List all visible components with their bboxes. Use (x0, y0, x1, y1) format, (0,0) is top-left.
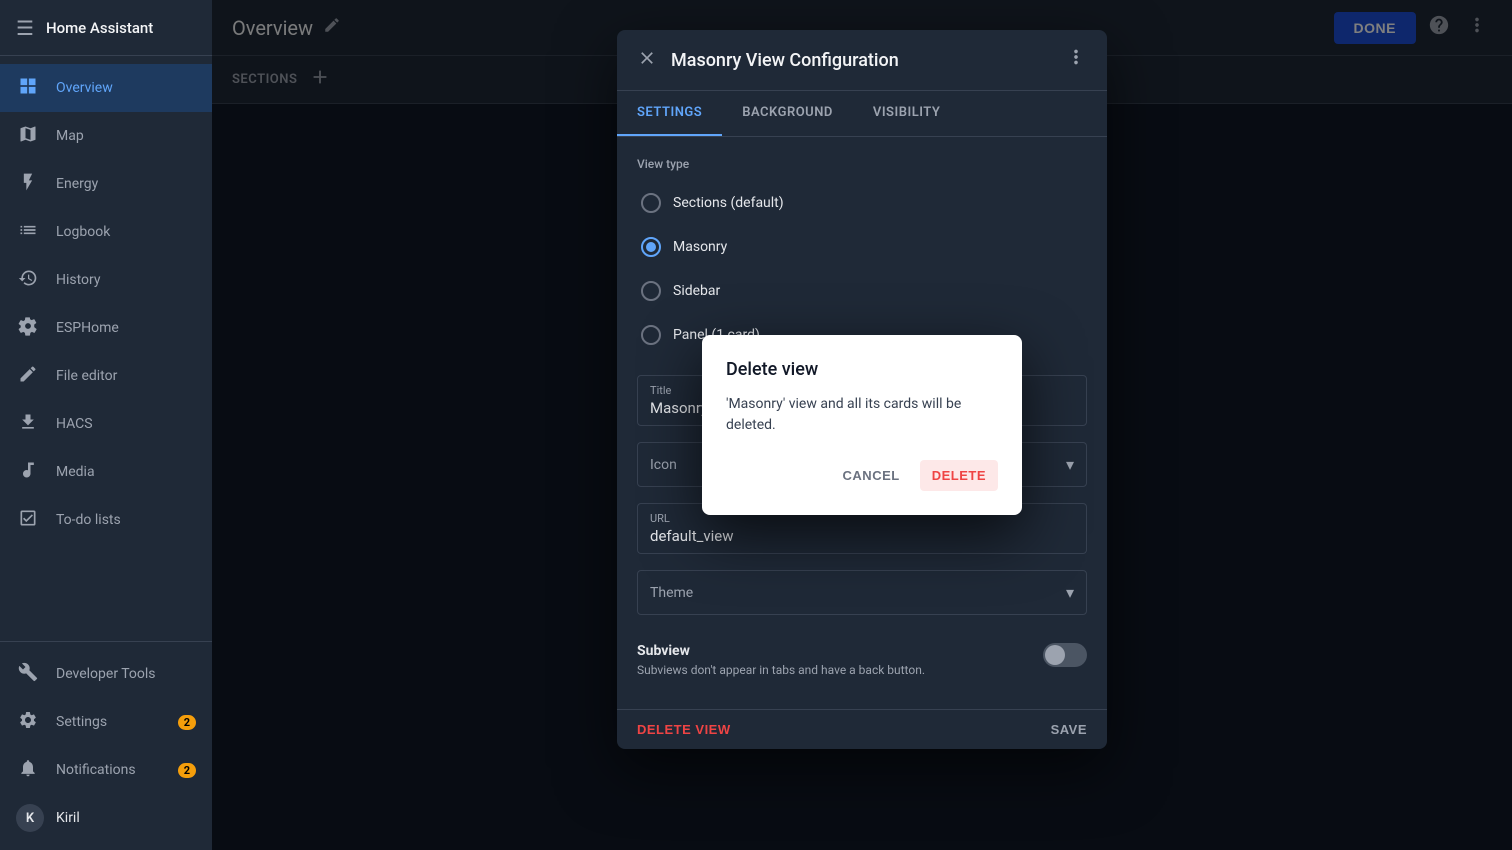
esphome-icon (16, 316, 40, 341)
theme-field-label: Theme (650, 585, 693, 601)
sidebar-item-label-map: Map (56, 128, 196, 144)
radio-group-view-type: Sections (default) Masonry Sidebar Panel… (637, 183, 1087, 355)
sidebar-item-developer-tools[interactable]: Developer Tools (0, 650, 212, 698)
sidebar-item-label-energy: Energy (56, 176, 196, 192)
config-footer: DELETE VIEW SAVE (617, 709, 1107, 749)
icon-field-label: Icon (650, 457, 677, 473)
history-icon (16, 268, 40, 293)
subview-title: Subview (637, 643, 925, 659)
delete-dialog-title: Delete view (726, 359, 998, 380)
sidebar-item-file-editor[interactable]: File editor (0, 352, 212, 400)
delete-dialog-message: 'Masonry' view and all its cards will be… (726, 394, 998, 436)
config-dialog-title: Masonry View Configuration (671, 50, 899, 71)
sidebar-item-media[interactable]: Media (0, 448, 212, 496)
radio-label-sections: Sections (default) (673, 195, 784, 211)
settings-icon (16, 710, 40, 735)
notifications-badge: 2 (178, 763, 196, 778)
sidebar-item-todo-lists[interactable]: To-do lists (0, 496, 212, 544)
sidebar-item-label-developer-tools: Developer Tools (56, 666, 196, 682)
subview-row: Subview Subviews don't appear in tabs an… (637, 631, 1087, 689)
sidebar-item-settings[interactable]: Settings 2 (0, 698, 212, 746)
sidebar-header: ☰ Home Assistant (0, 0, 212, 56)
config-dialog-header-left: Masonry View Configuration (637, 48, 899, 73)
theme-field-group: Theme ▾ (637, 570, 1087, 615)
file-editor-icon (16, 364, 40, 389)
sidebar-item-label-history: History (56, 272, 196, 288)
subview-toggle[interactable] (1043, 643, 1087, 667)
developer-tools-icon (16, 662, 40, 687)
close-dialog-icon[interactable] (637, 48, 657, 73)
sidebar-item-esphome[interactable]: ESPHome (0, 304, 212, 352)
sidebar-item-label-notifications: Notifications (56, 762, 162, 778)
hacs-icon (16, 412, 40, 437)
sidebar-item-energy[interactable]: Energy (0, 160, 212, 208)
sidebar-item-label-settings: Settings (56, 714, 162, 730)
sidebar-item-map[interactable]: Map (0, 112, 212, 160)
radio-masonry[interactable]: Masonry (637, 227, 1087, 267)
toggle-knob (1045, 645, 1065, 665)
user-name: Kiril (56, 810, 80, 826)
overview-icon (16, 76, 40, 101)
menu-icon[interactable]: ☰ (16, 16, 34, 40)
sidebar-item-logbook[interactable]: Logbook (0, 208, 212, 256)
config-tabs: SETTINGS BACKGROUND VISIBILITY (617, 91, 1107, 137)
sidebar-item-label-overview: Overview (56, 80, 196, 96)
sidebar-item-label-media: Media (56, 464, 196, 480)
sidebar-item-label-todo: To-do lists (56, 512, 196, 528)
sidebar-item-label-logbook: Logbook (56, 224, 196, 240)
tab-settings[interactable]: SETTINGS (617, 91, 722, 136)
sidebar-item-notifications[interactable]: Notifications 2 (0, 746, 212, 794)
config-more-icon[interactable] (1065, 46, 1087, 74)
save-button[interactable]: SAVE (1051, 722, 1087, 737)
theme-chevron-down: ▾ (1066, 583, 1074, 602)
sidebar-item-label-hacs: HACS (56, 416, 196, 432)
subview-description: Subviews don't appear in tabs and have a… (637, 663, 925, 677)
delete-confirm-dialog: Delete view 'Masonry' view and all its c… (702, 335, 1022, 515)
sidebar-item-label-esphome: ESPHome (56, 320, 196, 336)
user-profile[interactable]: K Kiril (0, 794, 212, 842)
radio-circle-panel (641, 325, 661, 345)
sidebar-item-hacs[interactable]: HACS (0, 400, 212, 448)
sidebar-bottom: Developer Tools Settings 2 Notifications… (0, 641, 212, 850)
tab-background[interactable]: BACKGROUND (722, 91, 853, 136)
map-icon (16, 124, 40, 149)
radio-circle-masonry (641, 237, 661, 257)
main-content: Overview DONE SECTIONS (212, 0, 1512, 850)
icon-chevron-down: ▾ (1066, 455, 1074, 474)
radio-label-masonry: Masonry (673, 239, 727, 255)
subview-text: Subview Subviews don't appear in tabs an… (637, 643, 925, 677)
theme-field[interactable]: Theme ▾ (637, 570, 1087, 615)
cancel-delete-button[interactable]: CANCEL (831, 460, 912, 491)
delete-view-button[interactable]: DELETE VIEW (637, 722, 731, 737)
delete-dialog-actions: CANCEL DELETE (726, 460, 998, 491)
url-field-value: default_view (650, 527, 1074, 545)
config-dialog-header: Masonry View Configuration (617, 30, 1107, 91)
radio-circle-sections (641, 193, 661, 213)
sidebar-nav: Overview Map Energy Logbook History (0, 56, 212, 641)
radio-label-sidebar: Sidebar (673, 283, 720, 299)
tab-visibility[interactable]: VISIBILITY (853, 91, 961, 136)
radio-sidebar[interactable]: Sidebar (637, 271, 1087, 311)
sidebar-item-label-file-editor: File editor (56, 368, 196, 384)
app-title: Home Assistant (46, 19, 153, 37)
sidebar-item-history[interactable]: History (0, 256, 212, 304)
notifications-icon (16, 758, 40, 783)
radio-circle-sidebar (641, 281, 661, 301)
sidebar-item-overview[interactable]: Overview (0, 64, 212, 112)
todo-icon (16, 508, 40, 533)
sidebar: ☰ Home Assistant Overview Map Energy Lo (0, 0, 212, 850)
avatar: K (16, 804, 44, 832)
energy-icon (16, 172, 40, 197)
media-icon (16, 460, 40, 485)
confirm-delete-button[interactable]: DELETE (920, 460, 998, 491)
settings-badge: 2 (178, 715, 196, 730)
view-type-label: View type (637, 157, 1087, 171)
radio-sections[interactable]: Sections (default) (637, 183, 1087, 223)
logbook-icon (16, 220, 40, 245)
